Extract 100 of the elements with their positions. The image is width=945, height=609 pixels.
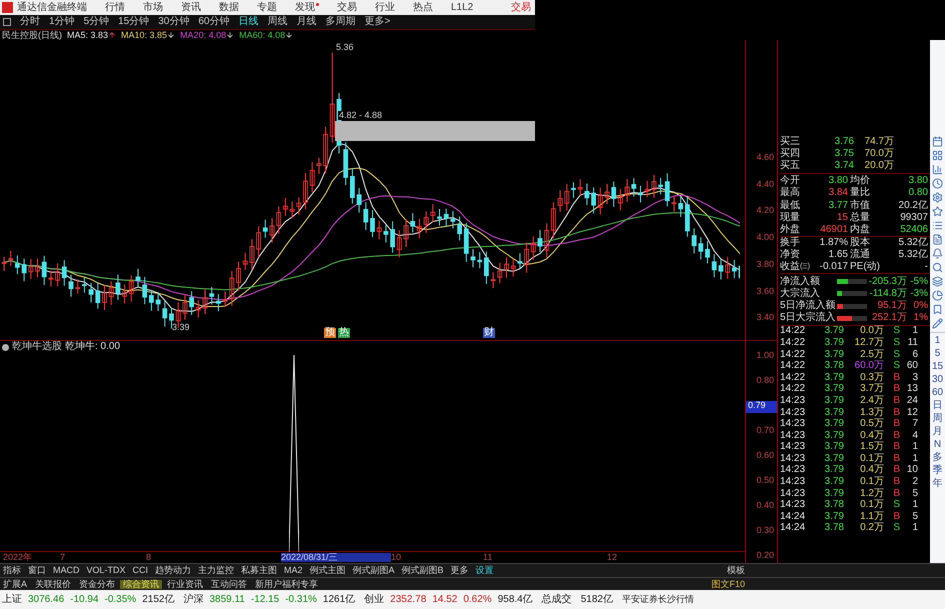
tick-side: B (892, 488, 900, 499)
period-tab[interactable]: 15分钟 (118, 17, 150, 27)
period-button[interactable]: 60 (932, 387, 944, 398)
period-tab[interactable]: 周线 (268, 17, 288, 27)
indicator-axis-label: 0.40 (756, 501, 775, 512)
index-amount: 1261亿 (322, 594, 356, 604)
tick-side: S (892, 361, 900, 372)
stat-value: 1.65 (828, 250, 848, 260)
indicator-tab[interactable]: CCI (130, 566, 152, 575)
indicator-tab[interactable]: VOL-TDX (84, 566, 129, 575)
price-range-label: 4.82 - 4.88 (338, 111, 384, 120)
indicator-tab[interactable]: 例式副图A (350, 566, 398, 575)
tick-side: B (892, 442, 900, 452)
search-icon[interactable] (932, 262, 943, 273)
indicator-tab[interactable]: 例式主图 (306, 566, 349, 575)
info-tab[interactable]: 行业资讯 (164, 580, 206, 588)
menu-item[interactable]: 行情 (105, 2, 125, 12)
menu-item[interactable]: 数据 (219, 2, 239, 12)
period-tab[interactable]: 日线 (238, 17, 258, 27)
pie-chart-icon[interactable] (932, 290, 943, 301)
info-tab[interactable]: 扩展A (0, 580, 30, 588)
info-tab[interactable]: 综合资讯 (120, 580, 162, 588)
price-axis-label: 4.20 (756, 206, 774, 218)
f10-link[interactable]: 图文F10 (711, 580, 745, 588)
grid-icon[interactable] (932, 150, 943, 161)
stat-label: 量比 (849, 188, 871, 198)
period-tab[interactable]: 更多> (364, 17, 390, 27)
event-marker[interactable]: 财 (483, 328, 495, 338)
indicator-tab[interactable]: 指标 (0, 566, 24, 575)
period-tab[interactable]: 多周期 (326, 17, 356, 27)
period-button[interactable]: 15 (932, 361, 944, 372)
period-button[interactable]: 多 (932, 452, 942, 463)
menu-item[interactable]: 专题 (257, 2, 277, 12)
period-button[interactable]: 周 (932, 413, 942, 424)
tick-volume: 1.3万 (859, 408, 884, 418)
indicator-tab[interactable]: 主力监控 (195, 566, 238, 575)
tick-volume: 0.4万 (859, 465, 884, 476)
menu-item[interactable]: 热点 (413, 2, 433, 12)
price-axis-label: 3.80 (756, 260, 774, 271)
period-tab[interactable]: 1分钟 (49, 17, 75, 27)
indicator-tab[interactable]: 趋势动力 (152, 566, 194, 575)
star-icon[interactable] (932, 206, 943, 217)
period-tab[interactable]: 分时 (20, 17, 40, 27)
bar-chart-icon[interactable] (932, 164, 943, 175)
period-button[interactable]: N (934, 439, 942, 450)
menu-item[interactable]: 发现 (295, 2, 319, 12)
period-button[interactable]: 30 (932, 374, 944, 385)
menu-item[interactable]: 行业 (375, 2, 395, 12)
tick-time: 14:22 (780, 326, 806, 336)
period-button[interactable]: 年 (932, 478, 942, 489)
settings-icon[interactable] (932, 192, 943, 203)
period-button[interactable]: 5 (934, 348, 940, 359)
bookmark-icon[interactable] (932, 304, 943, 315)
index-name: 沪深 (183, 594, 204, 604)
list-icon[interactable] (932, 220, 943, 231)
calendar-icon[interactable] (932, 136, 943, 147)
indicator-tab[interactable]: 窗口 (25, 566, 49, 575)
order-volume: 74.7万 (864, 137, 894, 147)
window-box-icon[interactable] (3, 18, 11, 26)
bell-icon[interactable] (932, 248, 943, 259)
pencil-icon[interactable] (932, 318, 943, 329)
period-tab[interactable]: 30分钟 (158, 17, 190, 27)
info-tab[interactable]: 新用户福利专享 (252, 580, 322, 588)
trade-link[interactable]: 交易 (511, 2, 531, 12)
high-price-label: 5.36 (336, 43, 354, 52)
period-button[interactable]: 日 (932, 400, 942, 411)
tick-count: 11 (906, 338, 918, 348)
menu-item[interactable]: 市场 (143, 2, 163, 12)
date-axis-label: 7 (60, 552, 66, 562)
indicator-tab[interactable]: MACD (50, 566, 82, 575)
indicator-axis-label: 0.80 (756, 376, 775, 387)
menu-item[interactable]: L1L2 (451, 2, 474, 12)
period-button[interactable]: 月 (932, 426, 942, 437)
low-price-label: 3.39 (172, 323, 190, 332)
document-icon[interactable] (932, 234, 943, 245)
clock-icon[interactable] (932, 178, 943, 189)
tick-side: B (892, 454, 900, 464)
menu-item[interactable]: 交易 (337, 2, 357, 12)
period-button[interactable]: 1 (934, 335, 940, 346)
indicator-axis-label: 0.70 (756, 426, 775, 437)
period-tab[interactable]: 60分钟 (198, 17, 230, 27)
indicator-tab[interactable]: 设置 (472, 566, 497, 575)
period-tab[interactable]: 月线 (296, 17, 316, 27)
order-price: 3.74 (834, 161, 854, 171)
period-tab[interactable]: 5分钟 (84, 17, 110, 27)
indicator-tab[interactable]: 更多 (448, 566, 472, 575)
stat-value: 3.80 (908, 176, 928, 186)
menu-item[interactable]: 资讯 (181, 2, 201, 12)
period-button[interactable]: 季 (932, 465, 942, 476)
info-tab[interactable]: 关联报价 (32, 580, 74, 588)
tick-price: 3.79 (824, 408, 844, 418)
indicator-tab[interactable]: MA2 (281, 566, 306, 575)
template-link[interactable]: 模板 (727, 566, 745, 575)
indicator-tab[interactable]: 私募主图 (238, 566, 280, 575)
indicator-tab[interactable]: 例式副图B (398, 566, 447, 575)
layers-icon[interactable] (932, 276, 943, 287)
date-axis-label: 10 (391, 552, 402, 562)
info-tab[interactable]: 互动问答 (208, 580, 250, 588)
indicator-settings-icon[interactable] (2, 344, 9, 350)
info-tab[interactable]: 资金分布 (76, 580, 118, 588)
